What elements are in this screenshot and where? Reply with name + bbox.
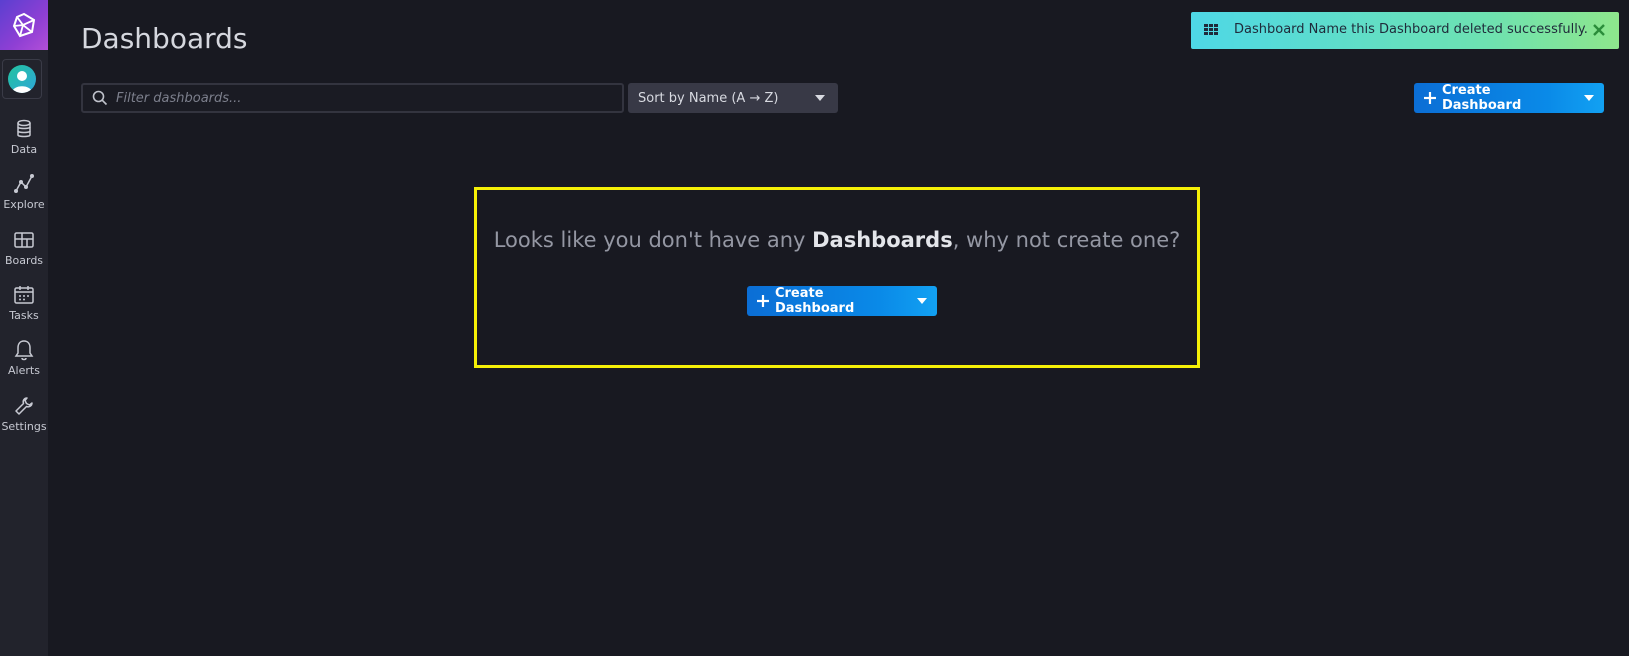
graph-line-icon bbox=[14, 174, 34, 193]
close-icon bbox=[1593, 24, 1605, 36]
toast-close-button[interactable] bbox=[1590, 21, 1608, 39]
toast-message: Dashboard Name this Dashboard deleted su… bbox=[1234, 22, 1588, 37]
search-icon bbox=[92, 90, 108, 106]
empty-state-create-dashboard-dropdown[interactable] bbox=[907, 286, 937, 316]
page-title: Dashboards bbox=[81, 22, 248, 55]
empty-state-create-dashboard-main[interactable]: Create Dashboard bbox=[747, 286, 907, 316]
empty-state: Looks like you don't have any Dashboards… bbox=[474, 187, 1200, 368]
influx-logo[interactable] bbox=[0, 0, 48, 50]
user-avatar-button[interactable] bbox=[2, 59, 42, 99]
sidebar-item-explore[interactable]: Explore bbox=[0, 173, 48, 223]
search-input[interactable] bbox=[108, 85, 622, 111]
avatar bbox=[8, 65, 36, 93]
sidebar: Data Explore Boards Tasks Alerts Setting… bbox=[0, 0, 48, 656]
sidebar-item-label: Alerts bbox=[8, 364, 40, 377]
empty-state-message: Looks like you don't have any Dashboards… bbox=[477, 228, 1197, 252]
user-avatar-icon bbox=[12, 71, 32, 93]
search-box bbox=[81, 83, 624, 113]
dashboard-grid-icon bbox=[14, 232, 34, 248]
create-dashboard-button[interactable]: Create Dashboard bbox=[1414, 83, 1604, 113]
sidebar-item-label: Data bbox=[10, 143, 38, 156]
sidebar-item-label: Boards bbox=[4, 254, 44, 267]
sidebar-item-data[interactable]: Data bbox=[0, 118, 48, 168]
database-icon bbox=[17, 119, 31, 138]
sidebar-item-label: Settings bbox=[1, 420, 47, 433]
create-dashboard-main[interactable]: Create Dashboard bbox=[1414, 83, 1574, 113]
caret-down-icon bbox=[815, 95, 825, 101]
create-dashboard-label: Create Dashboard bbox=[1441, 83, 1522, 113]
sidebar-item-tasks[interactable]: Tasks bbox=[0, 284, 48, 334]
sort-dropdown-label: Sort by Name (A → Z) bbox=[638, 90, 779, 106]
caret-down-icon bbox=[917, 298, 927, 304]
create-dashboard-dropdown[interactable] bbox=[1574, 83, 1604, 113]
influx-logo-icon bbox=[12, 12, 36, 38]
bell-icon bbox=[14, 340, 34, 361]
plus-icon bbox=[757, 295, 769, 307]
sort-dropdown[interactable]: Sort by Name (A → Z) bbox=[628, 83, 838, 113]
empty-state-create-dashboard-label: Create Dashboard bbox=[774, 286, 855, 316]
dashboard-grid-icon bbox=[1204, 24, 1218, 35]
empty-state-create-dashboard-button[interactable]: Create Dashboard bbox=[747, 286, 937, 316]
empty-state-text-after: , why not create one? bbox=[952, 228, 1181, 252]
sidebar-item-boards[interactable]: Boards bbox=[0, 229, 48, 279]
success-toast: Dashboard Name this Dashboard deleted su… bbox=[1191, 12, 1619, 49]
plus-icon bbox=[1424, 92, 1436, 104]
calendar-icon bbox=[14, 286, 34, 304]
sidebar-item-alerts[interactable]: Alerts bbox=[0, 339, 48, 389]
sidebar-item-label: Tasks bbox=[9, 309, 39, 322]
sidebar-item-settings[interactable]: Settings bbox=[0, 395, 48, 445]
sidebar-item-label: Explore bbox=[3, 198, 45, 211]
empty-state-text-before: Looks like you don't have any bbox=[493, 228, 813, 252]
empty-state-emphasis: Dashboards bbox=[812, 228, 953, 252]
caret-down-icon bbox=[1584, 95, 1594, 101]
wrench-icon bbox=[15, 397, 33, 415]
